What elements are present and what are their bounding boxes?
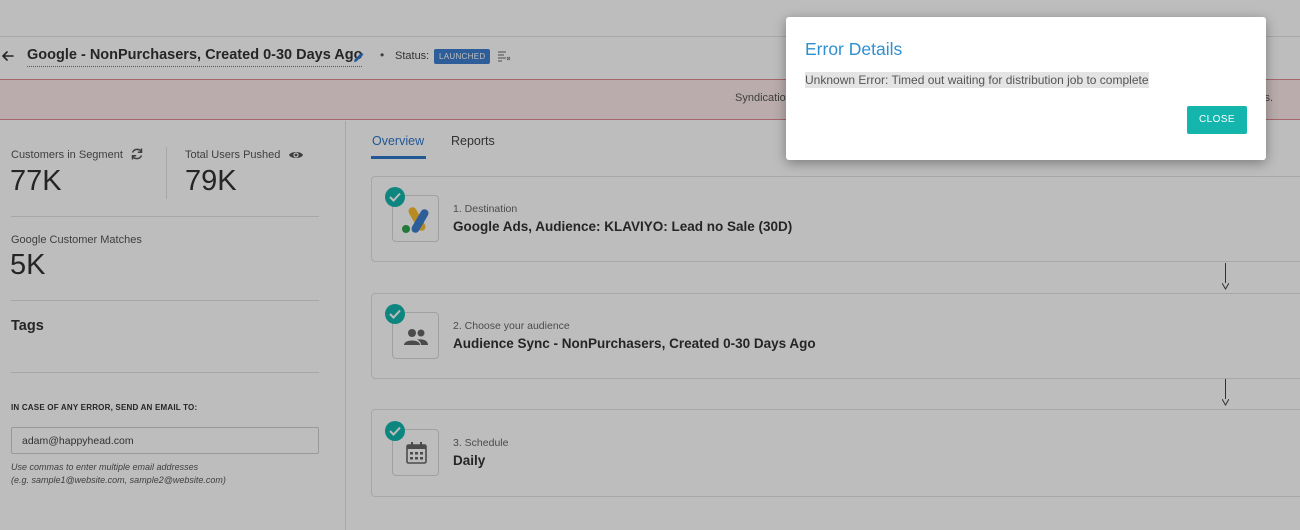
close-button[interactable]: CLOSE	[1187, 106, 1247, 134]
error-message: Unknown Error: Timed out waiting for dis…	[805, 72, 1149, 88]
modal-title: Error Details	[805, 39, 903, 59]
error-details-modal: Error Details Unknown Error: Timed out w…	[786, 17, 1266, 160]
